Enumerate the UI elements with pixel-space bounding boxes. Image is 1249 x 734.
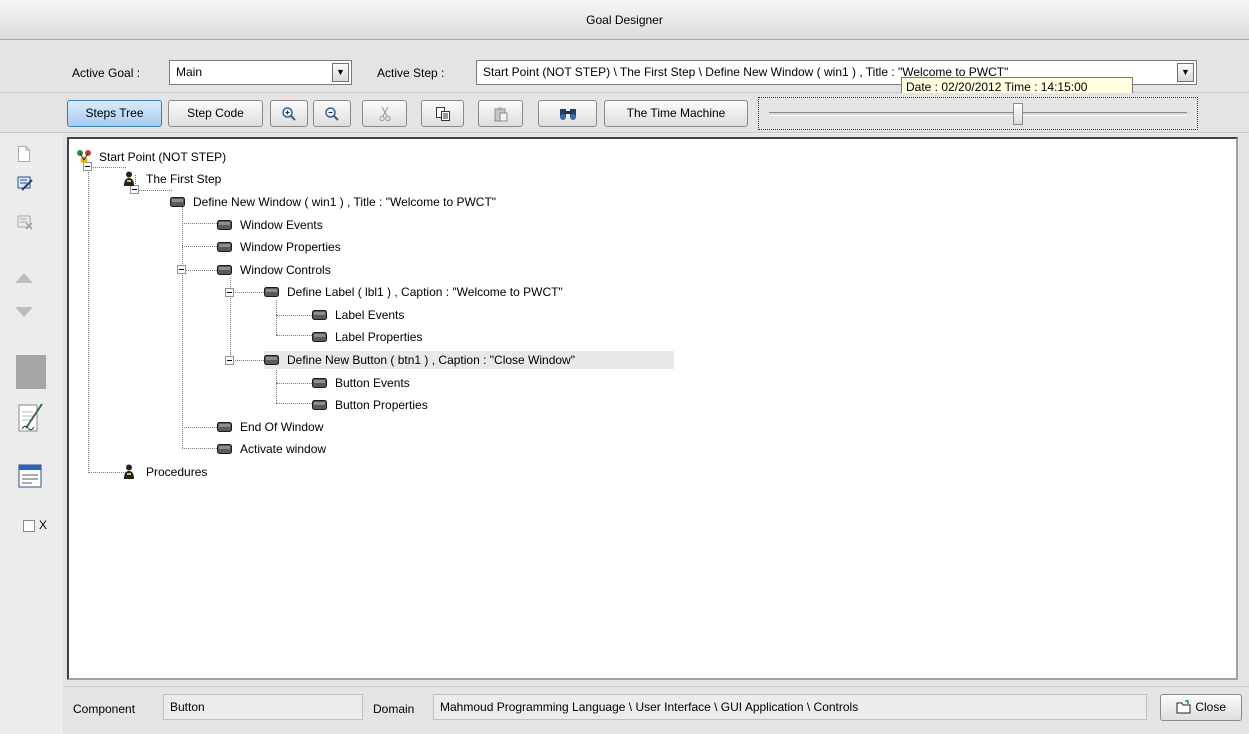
step-icon <box>217 220 232 230</box>
step-icon <box>217 265 232 275</box>
step-icon <box>217 422 232 432</box>
slider-thumb[interactable] <box>1013 103 1023 125</box>
step-icon <box>170 197 185 207</box>
copy-icon <box>435 107 450 121</box>
steps-tree-button[interactable]: Steps Tree <box>67 100 162 127</box>
zoom-in-button[interactable] <box>270 100 308 127</box>
group-icon <box>77 150 91 164</box>
move-down-icon[interactable] <box>14 306 34 321</box>
step-icon <box>312 400 327 410</box>
delete-step-icon[interactable] <box>17 214 33 233</box>
collapse-toggle[interactable] <box>225 288 234 297</box>
domain-field: Mahmoud Programming Language \ User Inte… <box>433 694 1147 720</box>
active-step-label: Active Step : <box>377 66 445 80</box>
step-icon <box>217 444 232 454</box>
active-goal-label: Active Goal : <box>72 66 141 80</box>
zoom-out-button[interactable] <box>313 100 351 127</box>
steps-tree-panel: Start Point (NOT STEP) The First Step De… <box>63 134 1249 685</box>
person-icon <box>124 171 134 186</box>
status-bar: Component Button Domain Mahmoud Programm… <box>63 686 1249 734</box>
chevron-down-icon[interactable]: ▼ <box>1177 63 1194 82</box>
person-icon <box>124 464 134 479</box>
slider-track <box>769 112 1187 116</box>
collapse-toggle[interactable] <box>225 356 234 365</box>
step-icon <box>312 378 327 388</box>
chevron-down-icon[interactable]: ▼ <box>332 63 349 82</box>
window-title: Goal Designer <box>0 0 1249 40</box>
x-checkbox[interactable] <box>23 520 35 532</box>
step-icon <box>217 242 232 252</box>
time-machine-slider[interactable] <box>758 97 1198 130</box>
cut-button[interactable] <box>362 100 407 127</box>
step-icon <box>312 310 327 320</box>
collapse-toggle[interactable] <box>177 265 186 274</box>
close-label: Close <box>1195 700 1227 714</box>
active-goal-select[interactable]: Main ▼ <box>169 60 352 85</box>
step-icon <box>264 355 279 365</box>
new-page-icon[interactable] <box>17 146 31 165</box>
move-up-icon[interactable] <box>14 272 34 287</box>
component-field: Button <box>163 694 363 720</box>
copy-button[interactable] <box>421 100 464 127</box>
notes-icon[interactable] <box>18 402 44 437</box>
folder-open-icon <box>1176 700 1191 714</box>
sidebar: X <box>0 134 62 734</box>
cut-icon <box>378 106 391 122</box>
step-code-button[interactable]: Step Code <box>168 100 263 127</box>
find-button[interactable] <box>538 100 597 127</box>
active-goal-value: Main <box>176 65 203 79</box>
zoom-in-icon <box>282 107 296 121</box>
window-icon[interactable] <box>18 464 42 491</box>
paste-icon <box>494 107 507 122</box>
steps-tree[interactable]: Start Point (NOT STEP) The First Step De… <box>67 137 1238 680</box>
step-icon <box>312 332 327 342</box>
edit-step-icon[interactable] <box>17 175 33 194</box>
zoom-out-icon <box>325 107 339 121</box>
x-checkbox-label: X <box>39 518 48 532</box>
color-swatch-icon[interactable] <box>16 355 46 392</box>
domain-label: Domain <box>373 702 415 716</box>
component-label: Component <box>73 702 136 716</box>
step-icon <box>264 287 279 297</box>
paste-button[interactable] <box>478 100 523 127</box>
tree-node-selected[interactable]: Define New Button ( btn1 ) , Caption : "… <box>264 351 674 369</box>
time-machine-button[interactable]: The Time Machine <box>604 100 748 127</box>
find-icon <box>559 109 576 120</box>
close-button[interactable]: Close <box>1160 694 1242 721</box>
